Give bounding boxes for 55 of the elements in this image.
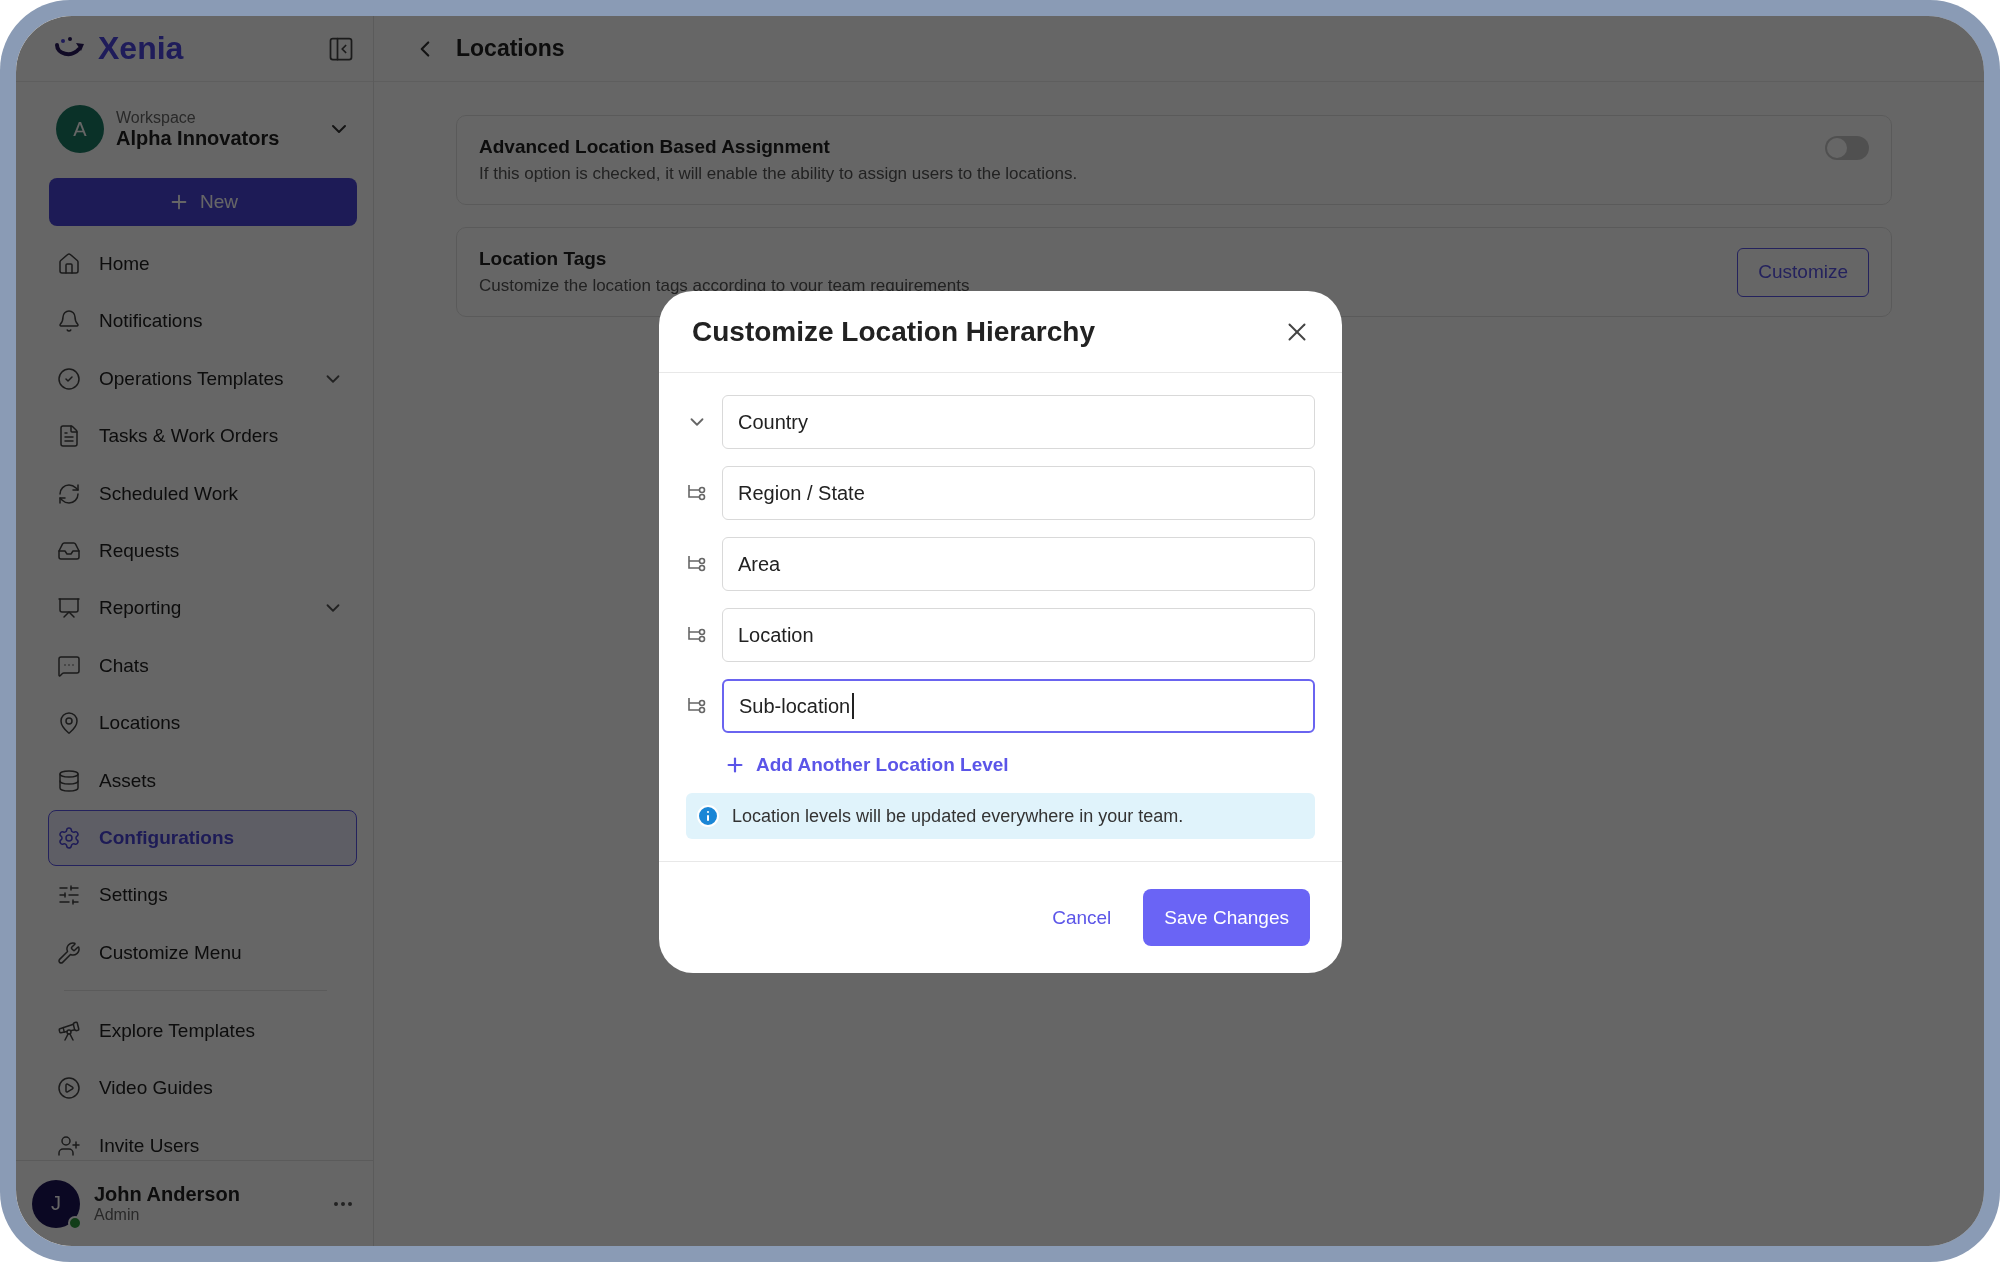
- add-user-icon: [57, 1133, 81, 1158]
- dialog-title: Customize Location Hierarchy: [692, 315, 1095, 348]
- workspace-avatar: A: [56, 105, 104, 153]
- user-avatar: J: [32, 1179, 80, 1228]
- check-circle-icon: [57, 366, 81, 391]
- new-button[interactable]: New: [49, 178, 357, 226]
- nav-item[interactable]: Reporting: [48, 580, 357, 637]
- map-pin-icon: [57, 711, 81, 736]
- nav-item[interactable]: Chats: [48, 637, 357, 694]
- user-role: Admin: [94, 1206, 141, 1224]
- level-input-field[interactable]: Country: [722, 395, 1315, 449]
- info-icon: [696, 804, 720, 828]
- wrench-icon: [57, 940, 81, 965]
- logo-text: Xenia: [98, 30, 184, 67]
- telescope-icon: [57, 1019, 81, 1044]
- nav-item[interactable]: Assets: [48, 752, 357, 809]
- page-title: Locations: [456, 35, 565, 62]
- play-icon: [57, 1076, 81, 1101]
- info-text: Location levels will be updated everywhere in your team.: [732, 805, 1184, 827]
- refresh-icon: [57, 481, 81, 506]
- level-input-field[interactable]: Sub-location: [722, 679, 1315, 733]
- settings-icon: [57, 825, 81, 850]
- home-icon: [57, 252, 81, 276]
- bell-icon: [57, 309, 81, 334]
- save-changes-button[interactable]: Save Changes: [1143, 889, 1310, 946]
- add-level-link[interactable]: Add Another Location Level: [724, 750, 1009, 780]
- workspace-name: Alpha Innovators: [116, 126, 281, 150]
- nav-item[interactable]: Notifications: [48, 293, 357, 350]
- setting-title: Location Tags: [479, 248, 608, 270]
- chat-icon: [57, 653, 81, 678]
- database-icon: [57, 768, 81, 793]
- nav-item[interactable]: Scheduled Work: [48, 465, 357, 522]
- nav-item[interactable]: Invite Users: [48, 1117, 357, 1160]
- nav-item[interactable]: Explore Templates: [48, 1003, 357, 1060]
- nav-item[interactable]: Settings: [48, 867, 357, 924]
- nav-item[interactable]: Customize Menu: [48, 924, 357, 981]
- presentation-icon: [57, 596, 81, 621]
- setting-title: Advanced Location Based Assignment: [479, 136, 831, 158]
- nav-item[interactable]: Configurations: [48, 809, 357, 866]
- level-input-field[interactable]: Area: [722, 537, 1315, 591]
- workspace-label: Workspace: [116, 108, 197, 127]
- nav-item[interactable]: Tasks & Work Orders: [48, 408, 357, 465]
- customize-button[interactable]: Customize: [1737, 247, 1869, 297]
- nav-item[interactable]: Operations Templates: [48, 350, 357, 407]
- sliders-icon: [57, 883, 81, 908]
- nav-item[interactable]: Video Guides: [48, 1060, 357, 1117]
- setting-description: If this option is checked, it will enable the ability to assign users to the locations.: [479, 164, 1079, 184]
- nav-item[interactable]: Locations: [48, 695, 357, 752]
- document-icon: [57, 424, 81, 449]
- cancel-button[interactable]: Cancel: [1046, 905, 1118, 930]
- level-input-field[interactable]: Location: [722, 608, 1315, 662]
- nav-item[interactable]: Home: [48, 236, 357, 292]
- user-name: John Anderson: [94, 1183, 241, 1206]
- level-input-field[interactable]: Region / State: [722, 466, 1315, 520]
- nav-item[interactable]: Requests: [48, 522, 357, 579]
